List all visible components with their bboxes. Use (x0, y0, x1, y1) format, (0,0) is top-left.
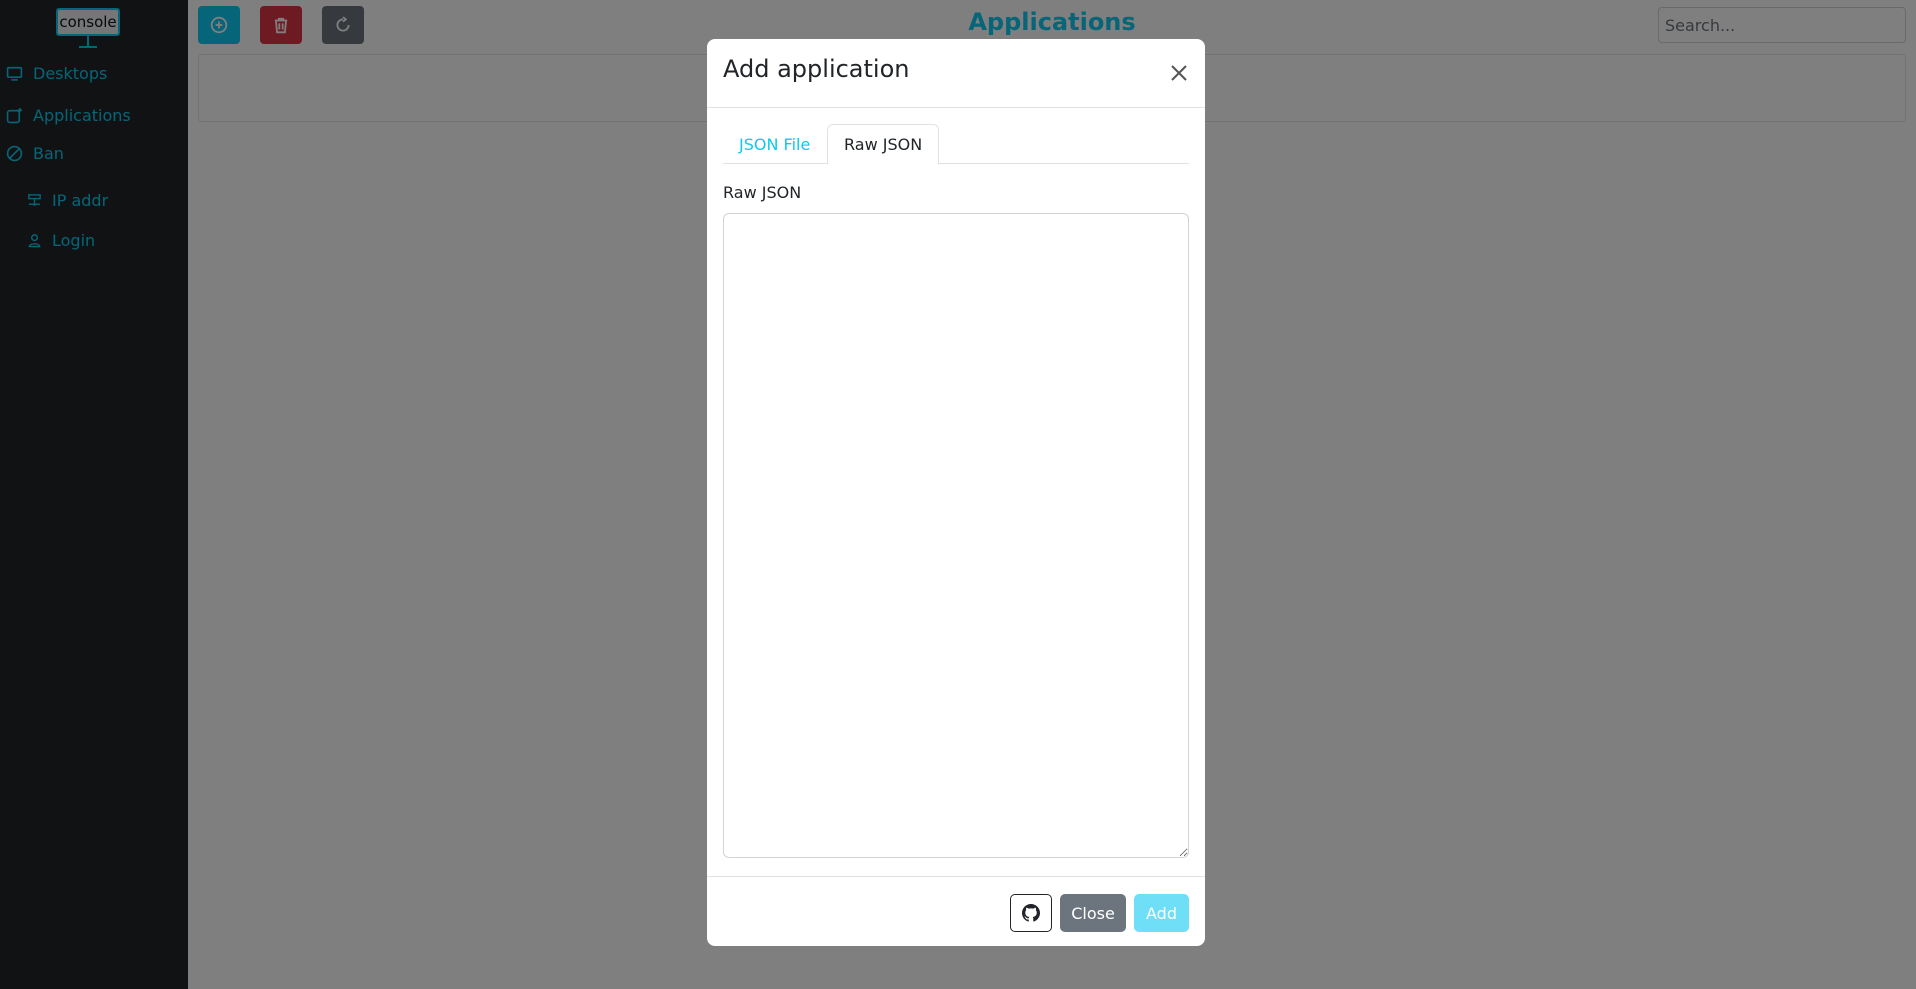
github-icon (1022, 904, 1040, 922)
modal-tabs: JSON File Raw JSON (723, 124, 1189, 165)
modal-header: Add application (707, 39, 1205, 108)
raw-json-textarea[interactable] (723, 213, 1189, 858)
modal-title: Add application (723, 55, 910, 83)
add-application-modal: Add application JSON File Raw JSON Raw J… (707, 39, 1205, 946)
modal-footer: Close Add (707, 876, 1205, 946)
tab-raw-json[interactable]: Raw JSON (827, 124, 940, 165)
tab-json-file[interactable]: JSON File (723, 124, 826, 165)
close-button[interactable]: Close (1060, 894, 1126, 932)
close-icon[interactable] (1167, 61, 1191, 85)
raw-json-label: Raw JSON (723, 183, 802, 202)
add-button[interactable]: Add (1134, 894, 1189, 932)
github-button[interactable] (1010, 894, 1052, 932)
